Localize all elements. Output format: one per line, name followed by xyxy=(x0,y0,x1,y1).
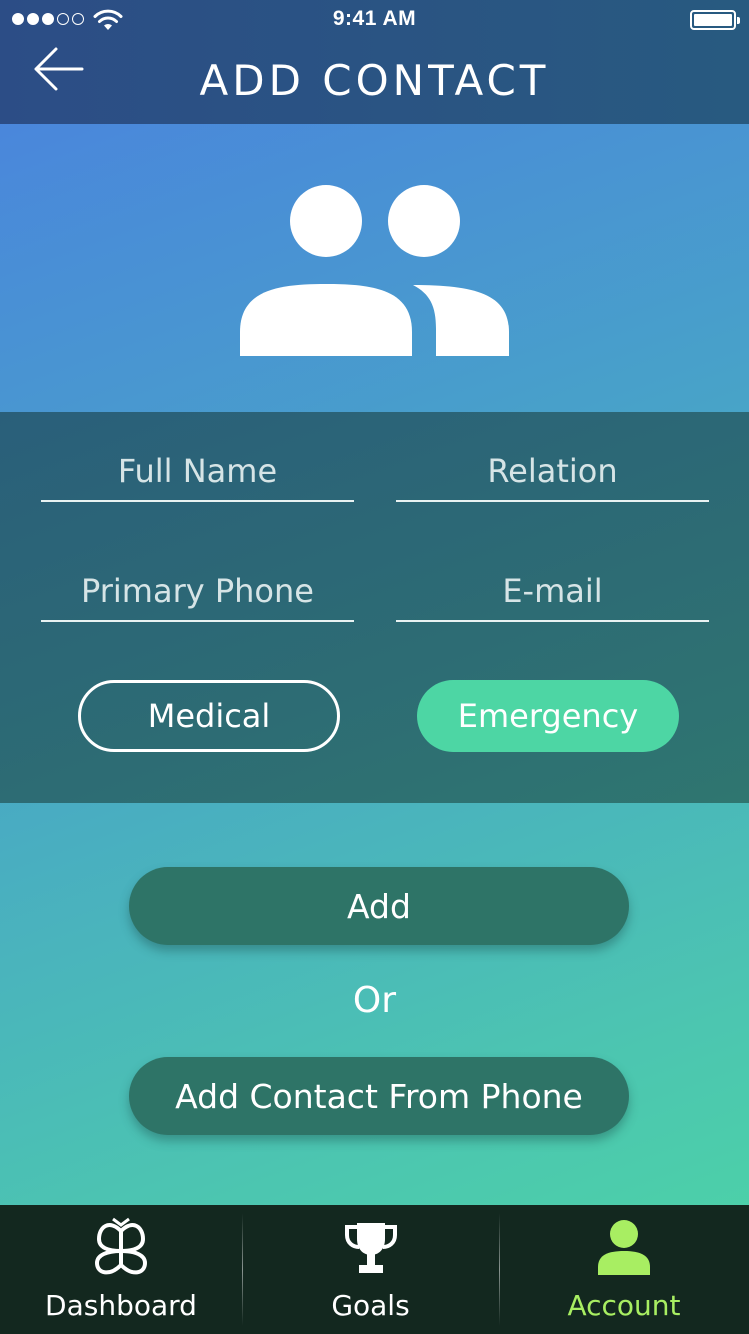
emergency-type-label: Emergency xyxy=(457,697,639,735)
relation-input[interactable] xyxy=(396,442,709,500)
or-separator: Or xyxy=(352,980,397,1021)
trophy-icon xyxy=(344,1223,397,1273)
emergency-type-button[interactable]: Emergency xyxy=(417,680,679,752)
primary-phone-input[interactable] xyxy=(41,562,354,620)
page-title: ADD CONTACT xyxy=(199,56,550,105)
top-bar: 9:41 AM ADD CONTACT xyxy=(0,0,749,124)
tab-dashboard-label: Dashboard xyxy=(45,1289,197,1322)
add-button[interactable]: Add xyxy=(129,867,629,945)
tab-bar: Dashboard Goals Account xyxy=(0,1205,749,1334)
medical-type-button[interactable]: Medical xyxy=(78,680,340,752)
add-from-phone-label: Add Contact From Phone xyxy=(175,1076,583,1116)
contact-form: Medical Emergency xyxy=(0,412,749,803)
primary-phone-field[interactable] xyxy=(41,562,354,622)
relation-field[interactable] xyxy=(396,442,709,502)
tab-goals-label: Goals xyxy=(331,1289,410,1322)
tab-account[interactable]: Account xyxy=(499,1205,749,1334)
medical-type-label: Medical xyxy=(147,697,271,735)
tab-dashboard[interactable]: Dashboard xyxy=(0,1205,242,1334)
add-from-phone-button[interactable]: Add Contact From Phone xyxy=(129,1057,629,1135)
add-button-label: Add xyxy=(347,886,411,926)
tab-goals[interactable]: Goals xyxy=(242,1205,499,1334)
full-name-field[interactable] xyxy=(41,442,354,502)
contacts-group-icon xyxy=(240,185,509,356)
person-icon xyxy=(598,1220,650,1275)
full-name-input[interactable] xyxy=(41,442,354,500)
avatar-area xyxy=(0,124,749,412)
status-bar: 9:41 AM xyxy=(0,0,749,40)
battery-icon xyxy=(690,10,740,30)
tab-account-label: Account xyxy=(567,1289,681,1322)
dashboard-knot-icon xyxy=(94,1217,148,1275)
status-time: 9:41 AM xyxy=(332,7,417,30)
email-input[interactable] xyxy=(396,562,709,620)
email-field[interactable] xyxy=(396,562,709,622)
add-contact-screen: 9:41 AM ADD CONTACT Medical xyxy=(0,0,749,1334)
